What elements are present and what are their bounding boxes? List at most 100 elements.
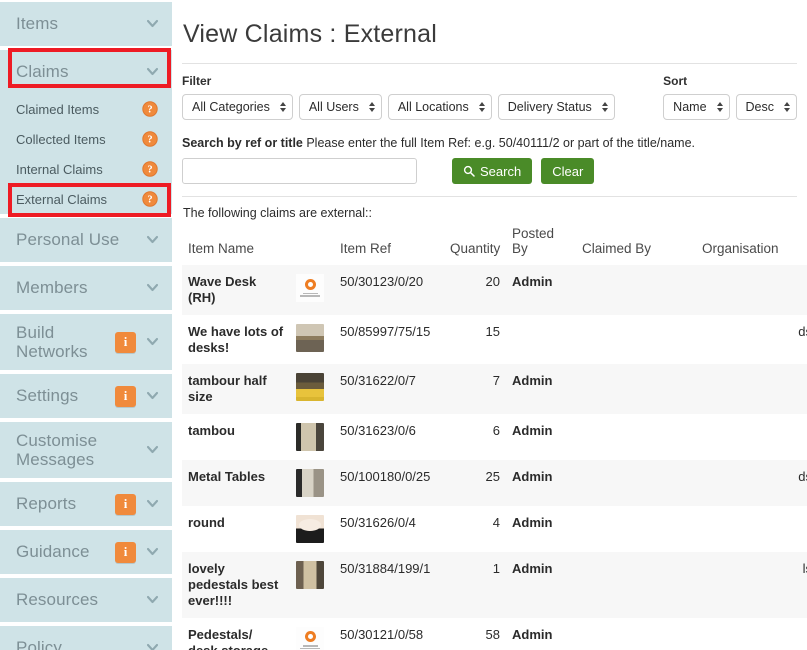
info-badge-icon[interactable]: i [115, 541, 136, 563]
cell-posted-by[interactable]: Admin [506, 364, 576, 415]
sidebar-item-items[interactable]: Items [0, 2, 172, 46]
filter-label: Filter [182, 74, 212, 88]
cell-claimed-by [576, 552, 696, 618]
cell-thumbnail[interactable] [290, 617, 334, 650]
clear-button[interactable]: Clear [541, 158, 595, 184]
cell-posted-by[interactable]: Admin [506, 414, 576, 461]
cell-thumbnail[interactable] [290, 414, 334, 461]
filter-select-3[interactable]: Delivery Status [497, 94, 615, 120]
cell-claimed-by [576, 314, 696, 365]
chevron-down-icon[interactable] [147, 283, 158, 294]
select-stepper-icon [601, 102, 608, 112]
chevron-down-icon[interactable] [147, 499, 158, 510]
cell-thumbnail[interactable] [290, 364, 334, 415]
table-row[interactable]: Wave Desk (RH) 50/30123/0/20 20 Admin [182, 265, 807, 315]
cell-item-ref: 50/31626/0/4 [334, 506, 444, 553]
sidebar-item-guidance[interactable]: Guidance i [0, 530, 172, 574]
cell-thumbnail[interactable] [290, 314, 334, 365]
cell-posted-by[interactable]: Admin [506, 460, 576, 507]
sidebar-item-personal-use[interactable]: Personal Use [0, 218, 172, 262]
info-badge-icon[interactable]: i [115, 385, 136, 407]
cell-posted-by[interactable]: Admin [506, 506, 576, 553]
sidebar-item-build-networks[interactable]: Build Networks i [0, 314, 172, 370]
table-row[interactable]: Pedestals/ desk storage 50/30121/0/5858Ad… [182, 617, 807, 650]
cell-quantity: 6 [444, 414, 506, 461]
cell-organisation [696, 617, 807, 650]
sidebar-group-6: Customise Messages [0, 422, 172, 478]
sidebar-subitem-internal-claims[interactable]: Internal Claims? [0, 154, 172, 184]
cell-thumbnail[interactable] [290, 506, 334, 553]
question-mark-icon[interactable]: ? [142, 131, 158, 147]
cell-item-name[interactable]: tambou [182, 414, 290, 461]
sidebar-item-members[interactable]: Members [0, 266, 172, 310]
select-stepper-icon [716, 102, 723, 112]
sidebar-item-resources[interactable]: Resources [0, 578, 172, 622]
info-badge-icon[interactable]: i [115, 493, 136, 515]
cell-item-name[interactable]: tambour half size [182, 364, 290, 415]
sidebar-item-policy[interactable]: Policy [0, 626, 172, 650]
table-row[interactable]: Metal Tables 50/100180/0/2525Admin ds [182, 460, 807, 507]
filter-select-1[interactable]: All Users [298, 94, 382, 120]
question-mark-icon[interactable]: ? [142, 101, 158, 117]
cell-item-name[interactable]: lovely pedestals best ever!!!! [182, 552, 290, 618]
filter-select-0[interactable]: All Categories [182, 94, 293, 120]
column-header-posted-by[interactable]: Posted By [506, 226, 576, 265]
table-row[interactable]: round 50/31626/0/4 4 Admin [182, 506, 807, 553]
cell-item-name[interactable]: Metal Tables [182, 460, 290, 507]
organisation-visible-fragment: ls [802, 561, 807, 577]
sidebar-group-1: Claims Claimed Items? Collected Items? Inte… [0, 50, 172, 214]
sidebar-item-settings[interactable]: Settings i [0, 374, 172, 418]
column-header-organisation[interactable]: Organisation [696, 226, 807, 265]
svg-text:?: ? [147, 165, 152, 176]
chevron-down-icon[interactable] [147, 547, 158, 558]
table-row[interactable]: We have lots of desks! 50/85997/75/1515 ds [182, 314, 807, 365]
sidebar-item-reports[interactable]: Reports i [0, 482, 172, 526]
sidebar-subitem-claimed-items[interactable]: Claimed Items? [0, 94, 172, 124]
search-divider [182, 196, 797, 197]
chevron-down-icon[interactable] [147, 595, 158, 606]
chevron-down-icon[interactable] [147, 391, 158, 402]
cell-thumbnail[interactable] [290, 552, 334, 618]
cell-claimed-by [576, 414, 696, 461]
question-mark-icon[interactable]: ? [142, 191, 158, 207]
cell-posted-by[interactable]: Admin [506, 552, 576, 618]
cell-item-name[interactable]: round [182, 506, 290, 553]
select-value: All Categories [192, 100, 270, 114]
chevron-down-icon[interactable] [147, 19, 158, 30]
sort-select-0[interactable]: Name [663, 94, 730, 120]
table-row[interactable]: lovely pedestals best ever!!!! 50/31884/1… [182, 552, 807, 618]
chevron-down-icon[interactable] [147, 445, 158, 456]
table-row[interactable]: tambou 50/31623/0/6 6 Admin [182, 414, 807, 461]
column-header-claimed-by[interactable]: Claimed By [576, 226, 696, 265]
select-value: All Users [308, 100, 359, 114]
filter-select-2[interactable]: All Locations [387, 94, 492, 120]
cell-posted-by[interactable]: Admin [506, 265, 576, 315]
cell-posted-by[interactable]: Admin [506, 617, 576, 650]
sidebar-group-2: Personal Use [0, 218, 172, 262]
sidebar-subitem-external-claims[interactable]: External Claims? [0, 184, 172, 214]
sidebar-subitem-collected-items[interactable]: Collected Items? [0, 124, 172, 154]
chevron-down-icon[interactable] [147, 67, 158, 78]
cell-item-name[interactable]: Pedestals/ desk storage [182, 617, 290, 650]
sidebar-item-claims[interactable]: Claims [0, 50, 172, 94]
cell-claimed-by [576, 265, 696, 315]
chevron-down-icon[interactable] [147, 337, 158, 348]
search-button[interactable]: Search [452, 158, 533, 184]
table-row[interactable]: tambour half size 50/31622/0/7 7 Admin [182, 364, 807, 415]
column-header-item-ref[interactable]: Item Ref [334, 226, 444, 265]
column-header-item-name[interactable]: Item Name [182, 226, 334, 265]
chevron-down-icon[interactable] [147, 643, 158, 650]
question-mark-icon[interactable]: ? [142, 161, 158, 177]
cell-thumbnail[interactable] [290, 460, 334, 507]
info-badge-icon[interactable]: i [115, 331, 136, 353]
search-input[interactable] [182, 158, 417, 184]
cell-item-name[interactable]: We have lots of desks! [182, 314, 290, 365]
column-header-quantity[interactable]: Quantity [444, 226, 506, 265]
cell-quantity: 15 [444, 314, 506, 365]
sidebar-item-label: Items [16, 14, 59, 34]
sort-select-1[interactable]: Desc [735, 94, 797, 120]
cell-thumbnail[interactable] [290, 265, 334, 315]
cell-item-name[interactable]: Wave Desk (RH) [182, 265, 290, 315]
sidebar-item-customise-messages[interactable]: Customise Messages [0, 422, 172, 478]
chevron-down-icon[interactable] [147, 235, 158, 246]
